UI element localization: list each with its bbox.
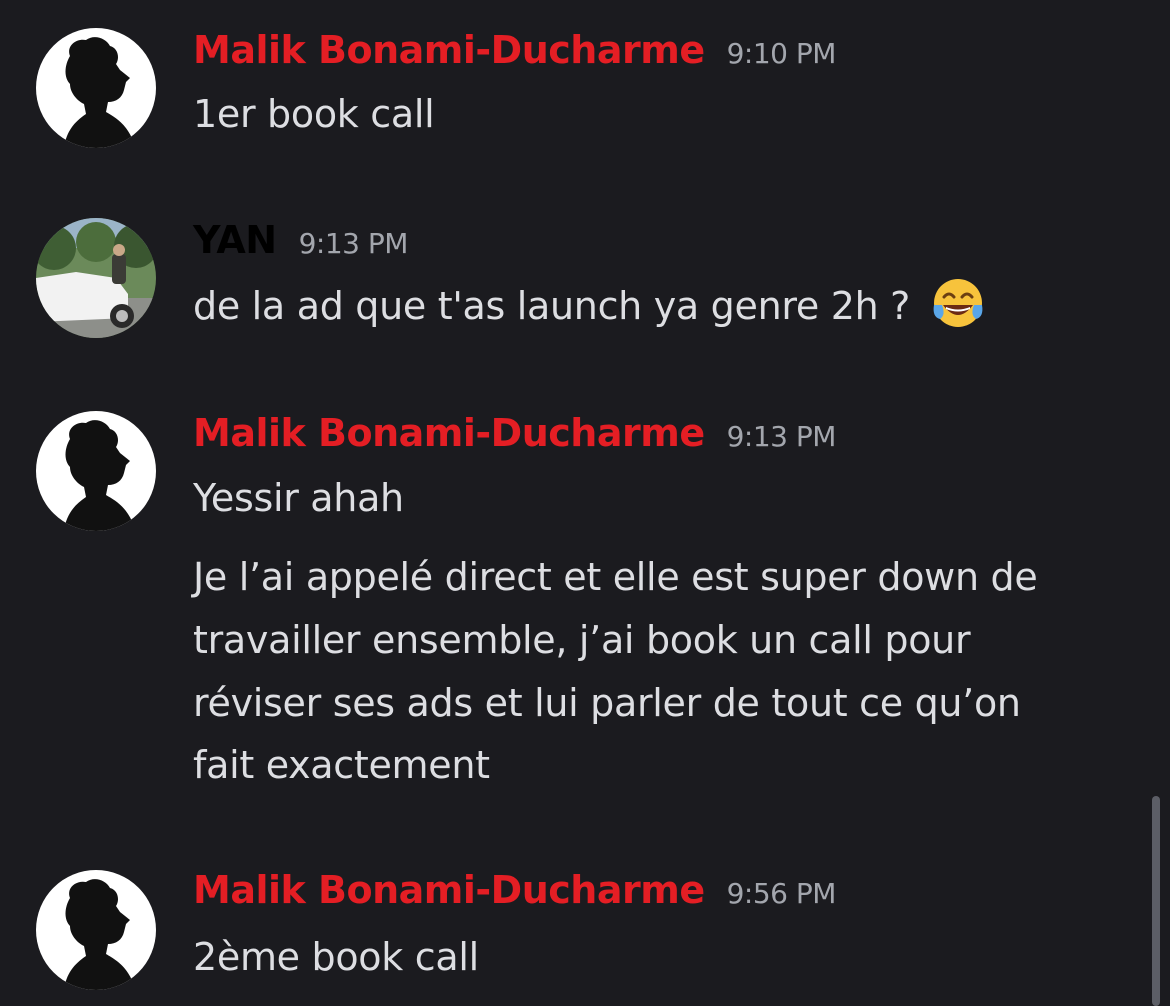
author-name[interactable]: Malik Bonami-Ducharme [193, 411, 705, 455]
message-text-content: de la ad que t'as launch ya genre 2h ? [193, 284, 922, 328]
message-timestamp: 9:13 PM [726, 420, 837, 453]
message-text: réviser ses ads et lui parler de tout ce… [193, 681, 1021, 725]
scrollbar[interactable] [1152, 796, 1160, 1006]
author-name[interactable]: Malik Bonami-Ducharme [193, 868, 705, 912]
profile-silhouette-icon [36, 411, 156, 531]
message-text: de la ad que t'as launch ya genre 2h ? [193, 275, 1133, 337]
message-timestamp: 9:56 PM [726, 877, 837, 910]
message-header: YAN 9:13 PM [193, 218, 408, 262]
author-name[interactable]: Malik Bonami-Ducharme [193, 28, 705, 72]
avatar[interactable] [36, 28, 156, 148]
message-header: Malik Bonami-Ducharme 9:10 PM [193, 28, 836, 72]
avatar[interactable] [36, 218, 156, 338]
avatar[interactable] [36, 870, 156, 990]
author-name[interactable]: YAN [193, 218, 277, 262]
message-timestamp: 9:10 PM [726, 37, 837, 70]
message-text: 1er book call [193, 92, 435, 136]
message-header: Malik Bonami-Ducharme 9:13 PM [193, 411, 836, 455]
message-text: fait exactement [193, 743, 490, 787]
avatar[interactable] [36, 411, 156, 531]
message-text: 2ème book call [193, 935, 479, 979]
profile-silhouette-icon [36, 28, 156, 148]
message-text: travailler ensemble, j’ai book un call p… [193, 618, 971, 662]
car-photo-icon [36, 218, 156, 338]
message-timestamp: 9:13 PM [298, 227, 409, 260]
chat-message-list[interactable]: Malik Bonami-Ducharme 9:10 PM 1er book ca… [0, 0, 1170, 1006]
message-header: Malik Bonami-Ducharme 9:56 PM [193, 868, 836, 912]
message-text: Je l’ai appelé direct et elle est super … [193, 555, 1038, 599]
profile-silhouette-icon [36, 870, 156, 990]
tears-of-joy-emoji-icon [933, 279, 983, 327]
message-text: Yessir ahah [193, 476, 404, 520]
